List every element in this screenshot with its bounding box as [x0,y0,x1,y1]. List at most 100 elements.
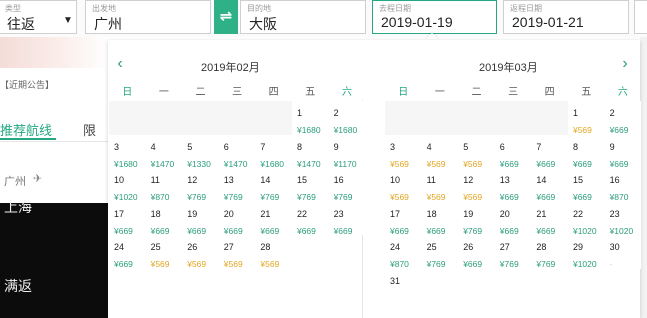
calendar-day-cell[interactable]: 31 [385,268,422,302]
day-price: ¥870 [390,259,409,269]
day-number: 17 [390,208,401,219]
calendar-day-cell[interactable]: 10 ¥569 [385,168,422,202]
calendar-day-cell[interactable]: 30 - [604,235,642,269]
tab-other[interactable]: 限 [83,120,96,139]
calendar-day-cell[interactable]: 22 ¥669 [291,201,329,236]
calendar-day-cell[interactable]: 5 ¥1330 [182,134,219,169]
calendar-day-cell[interactable]: 20 ¥669 [494,201,532,236]
swap-cities-icon[interactable]: ⇌ [214,0,238,34]
depart-date-field[interactable]: 去程日期 2019-01-19 [372,0,497,34]
date-picker-calendar: ‹ › 2019年02月 2019年03月 日 一 二 三 四 五 六 日 一 二 三 四 五 六 1 ¥… [108,40,642,318]
weekday-label: 日 [398,87,409,98]
calendar-day-cell[interactable]: 28 ¥769 [531,235,568,269]
calendar-day-cell[interactable]: 11 ¥870 [145,168,183,202]
calendar-day-cell[interactable]: 7 ¥669 [531,134,568,169]
day-number: 5 [463,141,469,152]
calendar-day-cell[interactable]: 24 ¥669 [109,235,146,269]
day-price: ¥669 [536,225,556,236]
calendar-day-cell[interactable]: 13 ¥769 [218,168,256,202]
day-number: 22 [296,208,307,219]
calendar-day-cell[interactable]: 22 ¥1020 [567,201,605,236]
next-month-icon[interactable]: › [617,56,633,72]
calendar-day-cell[interactable]: 4 ¥1470 [145,134,183,169]
calendar-day-cell[interactable]: 23 ¥1020 [604,201,642,236]
notice-link[interactable]: 【近期公告】 [0,78,54,91]
calendar-day-cell[interactable]: 1 ¥1680 [291,101,329,135]
flight-search-bar: 类型 往返 ▼ 出发地 广州 ⇌ 目的地 大阪 去程日期 2019-01-19 … [0,0,647,37]
calendar-day-cell[interactable]: 6 ¥669 [494,134,532,169]
promo-banner [0,37,108,68]
weekday-header-feb: 日一二三四五六 [109,83,365,99]
calendar-day-cell[interactable]: 8 ¥1470 [291,134,329,169]
calendar-day-cell[interactable]: 9 ¥669 [604,134,642,169]
day-number: 30 [609,242,620,252]
calendar-day-cell[interactable]: 21 ¥669 [255,201,292,236]
calendar-day-cell[interactable]: 17 ¥669 [385,201,422,236]
calendar-day-cell[interactable]: 26 ¥669 [458,235,495,269]
calendar-day-cell[interactable]: 11 ¥569 [421,168,459,202]
calendar-day-cell[interactable]: 4 ¥569 [421,134,459,169]
tab-recommended-routes[interactable]: 推荐航线 [0,120,52,139]
calendar-empty-cell [218,101,256,135]
calendar-day-cell[interactable]: 19 ¥769 [458,201,495,236]
calendar-day-cell[interactable]: 3 ¥1680 [109,134,146,169]
calendar-day-cell[interactable]: 29 ¥1020 [567,235,605,269]
calendar-day-cell[interactable]: 15 ¥669 [567,168,605,202]
calendar-day-cell[interactable]: 25 ¥769 [421,235,459,269]
arrive-city-field[interactable]: 目的地 大阪 [240,0,366,34]
calendar-day-cell[interactable]: 18 ¥669 [145,201,183,236]
calendar-day-cell[interactable]: 2 ¥669 [604,101,642,135]
return-date-field[interactable]: 返程日期 2019-01-21 [503,0,629,34]
day-price: ¥669 [536,192,556,202]
calendar-day-cell[interactable]: 14 ¥669 [531,168,568,202]
route-to-city[interactable]: 上海 [4,197,32,217]
calendar-day-cell[interactable]: 1 ¥569 [567,101,605,135]
calendar-day-cell[interactable]: 12 ¥569 [458,168,495,202]
calendar-day-cell[interactable]: 3 ¥569 [385,134,422,169]
calendar-day-cell[interactable]: 2 ¥1680 [328,101,366,135]
calendar-day-cell[interactable]: 27 ¥569 [218,235,256,269]
calendar-day-cell[interactable]: 16 ¥769 [328,168,366,202]
calendar-day-cell[interactable]: 16 ¥870 [604,168,642,202]
calendar-day-cell[interactable]: 21 ¥669 [531,201,568,236]
calendar-day-cell[interactable]: 28 ¥569 [255,235,292,269]
day-number: 10 [390,175,401,185]
day-number: 2 [333,108,339,118]
calendar-day-cell[interactable]: 15 ¥769 [291,168,329,202]
search-field-overflow[interactable] [634,0,647,34]
calendar-day-cell[interactable]: 9 ¥1170 [328,134,366,169]
prev-month-icon[interactable]: ‹ [112,56,128,72]
day-price: ¥669 [150,225,170,236]
depart-city-field[interactable]: 出发地 广州 [85,0,211,34]
calendar-day-cell[interactable]: 25 ¥569 [145,235,183,269]
day-number: 16 [333,175,344,185]
day-number: 3 [114,141,120,152]
calendar-day-cell[interactable]: 6 ¥1470 [218,134,256,169]
calendar-empty-cell [145,101,183,135]
calendar-day-cell[interactable]: 14 ¥769 [255,168,292,202]
calendar-day-cell[interactable]: 13 ¥669 [494,168,532,202]
day-number: 12 [187,175,198,185]
calendar-day-cell[interactable]: 5 ¥569 [458,134,495,169]
weekday-label: 五 [305,87,316,98]
active-tab-indicator [0,138,56,140]
calendar-day-cell[interactable]: 26 ¥569 [182,235,219,269]
calendar-day-cell[interactable]: 12 ¥769 [182,168,219,202]
calendar-day-cell[interactable]: 23 ¥669 [328,201,366,236]
calendar-day-cell[interactable]: 27 ¥769 [494,235,532,269]
calendar-day-cell[interactable]: 18 ¥669 [421,201,459,236]
calendar-day-cell[interactable]: 7 ¥1680 [255,134,292,169]
calendar-day-cell[interactable]: 19 ¥669 [182,201,219,236]
calendar-day-cell[interactable]: 10 ¥1020 [109,168,146,202]
day-number: 18 [426,208,437,219]
calendar-day-cell[interactable]: 17 ¥669 [109,201,146,236]
calendar-day-cell[interactable]: 20 ¥669 [218,201,256,236]
day-price: ¥569 [223,259,243,269]
day-price: ¥569 [187,259,207,269]
trip-type-select[interactable]: 类型 往返 ▼ [0,0,77,34]
calendar-day-cell[interactable]: 8 ¥669 [567,134,605,169]
day-number: 4 [426,141,432,152]
day-price: ¥769 [463,225,483,236]
calendar-day-cell[interactable]: 24 ¥870 [385,235,422,269]
calendar-empty-cell [182,101,219,135]
